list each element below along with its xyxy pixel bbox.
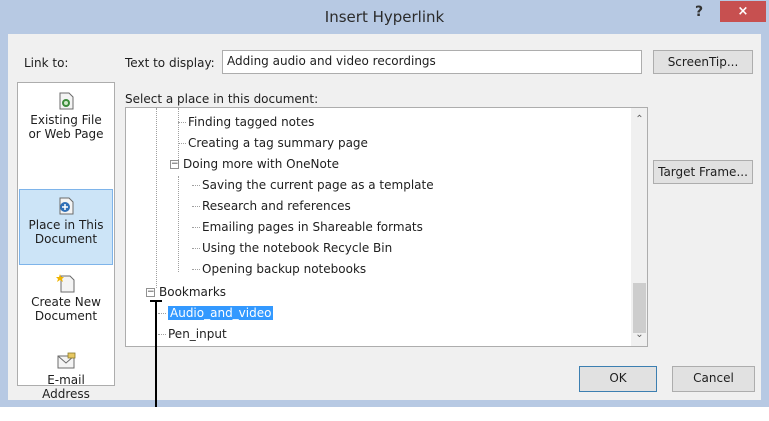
text-to-display-label: Text to display:	[125, 56, 215, 70]
close-button[interactable]: ×	[720, 1, 766, 22]
dialog-title: Insert Hyperlink	[324, 8, 445, 26]
existing-file-label-line2: or Web Page	[28, 127, 104, 141]
dialog-body: Link to: Existing File or Web Page Place…	[8, 34, 761, 401]
email-address-icon	[57, 352, 76, 369]
email-address-label-line1: E-mail	[47, 373, 85, 387]
collapse-icon[interactable]: −	[170, 160, 179, 169]
tree-item-text: Opening backup notebooks	[202, 262, 367, 276]
tree-item-text: Saving the current page as a template	[202, 178, 434, 192]
tree-item[interactable]: Saving the current page as a template	[192, 175, 434, 196]
tree-item[interactable]: Emailing pages in Shareable formats	[192, 217, 423, 238]
link-to-label: Link to:	[24, 56, 69, 70]
screentip-button[interactable]: ScreenTip...	[653, 50, 753, 74]
tree-item-selected[interactable]: Audio_and_video	[158, 303, 274, 324]
text-to-display-input[interactable]: Adding audio and video recordings	[222, 50, 642, 74]
tree-item-text: Bookmarks	[159, 285, 227, 299]
title-bar: Insert Hyperlink ? ×	[0, 0, 769, 34]
place-in-document-label-line2: Document	[34, 232, 98, 246]
tree-item-text: Emailing pages in Shareable formats	[202, 220, 423, 234]
link-to-sidebar: Existing File or Web Page Place in This …	[17, 82, 115, 401]
collapse-icon[interactable]: −	[146, 288, 155, 297]
email-address-label-line2: Address	[42, 387, 90, 401]
link-existing-file-button[interactable]: Existing File or Web Page	[19, 85, 113, 161]
tree-item-text: Doing more with OneNote	[183, 157, 339, 171]
link-place-in-document-button[interactable]: Place in This Document	[19, 189, 113, 265]
cancel-button[interactable]: Cancel	[672, 366, 755, 392]
tree-item[interactable]: Pen_input	[158, 324, 227, 345]
tree-connector	[156, 108, 157, 288]
tree-item-text: Research and references	[202, 199, 351, 213]
tree-item-text: Audio_and_video	[168, 306, 274, 320]
existing-file-icon	[59, 92, 74, 110]
tree-item-text: Pen_input	[168, 327, 227, 341]
create-new-document-label-line2: Document	[34, 309, 98, 323]
target-frame-button[interactable]: Target Frame...	[653, 160, 753, 184]
place-in-document-label-line1: Place in This	[28, 218, 104, 232]
link-create-new-document-button[interactable]: Create New Document	[19, 267, 113, 343]
text-cursor-cap	[150, 300, 162, 302]
create-new-document-label-line1: Create New	[31, 295, 101, 309]
ok-button[interactable]: OK	[579, 366, 657, 392]
tree-item[interactable]: − Doing more with OneNote	[170, 154, 339, 175]
text-cursor-icon	[155, 300, 157, 407]
document-places-tree[interactable]: Finding tagged notes Creating a tag summ…	[125, 107, 648, 347]
tree-item[interactable]: Creating a tag summary page	[178, 133, 368, 154]
select-place-label: Select a place in this document:	[125, 92, 319, 106]
link-email-address-button[interactable]: E-mail Address	[19, 345, 113, 421]
tree-item[interactable]: Opening backup notebooks	[192, 259, 367, 280]
existing-file-label-line1: Existing File	[30, 113, 102, 127]
tree-item-text: Creating a tag summary page	[188, 136, 368, 150]
help-button[interactable]: ?	[689, 4, 709, 26]
tree-item-text: Finding tagged notes	[188, 115, 315, 129]
tree-connector	[178, 176, 179, 272]
tree-item[interactable]: Finding tagged notes	[178, 112, 315, 133]
scroll-up-icon[interactable]: ⌃	[631, 111, 647, 128]
create-new-document-icon	[56, 274, 75, 293]
place-in-document-icon	[59, 197, 74, 215]
insert-hyperlink-dialog: Insert Hyperlink ? × Link to: Existing F…	[0, 0, 769, 407]
tree-item[interactable]: Research and references	[192, 196, 351, 217]
tree-item[interactable]: Using the notebook Recycle Bin	[192, 238, 393, 259]
tree-item-text: Using the notebook Recycle Bin	[202, 241, 393, 255]
scroll-down-icon[interactable]: ⌄	[631, 326, 647, 343]
tree-scrollbar[interactable]: ⌃ ⌄	[631, 108, 647, 346]
